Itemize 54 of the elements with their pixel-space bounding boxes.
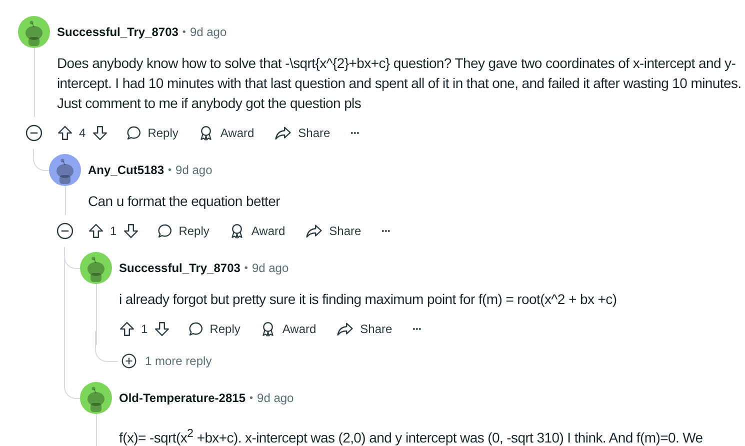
- avatar-icon[interactable]: [80, 252, 112, 284]
- timestamp: 9d ago: [190, 25, 227, 39]
- ribbon-icon: [229, 223, 246, 239]
- reply-button[interactable]: Reply: [116, 117, 188, 149]
- separator-dot: •: [250, 392, 254, 404]
- username[interactable]: Any_Cut5183: [88, 163, 164, 177]
- award-button[interactable]: Award: [219, 215, 296, 247]
- speech-bubble-icon: [188, 321, 204, 337]
- plus-circle-icon: [121, 353, 137, 369]
- share-button[interactable]: Share: [264, 117, 340, 149]
- more-options-button[interactable]: ···: [340, 117, 370, 149]
- comment-text: f(x)= -sqrt(x$^{2}$ +bx+c). x-intercept was (2,0) and y intercept was (0, -sqrt 310) I think. And f(m)=0. We: [118, 426, 704, 446]
- vote-count: 4: [79, 126, 86, 140]
- timestamp: 9d ago: [252, 261, 289, 275]
- comment-text: Can u format the equation better: [87, 192, 281, 211]
- reply-button[interactable]: Reply: [178, 313, 250, 345]
- downvote-icon[interactable]: [92, 125, 108, 141]
- ribbon-icon: [198, 125, 214, 141]
- avatar-icon[interactable]: [49, 154, 81, 186]
- avatar-icon[interactable]: [80, 382, 112, 414]
- share-icon: [305, 223, 324, 239]
- speech-bubble-icon: [156, 223, 173, 239]
- share-button[interactable]: Share: [295, 215, 372, 247]
- downvote-icon[interactable]: [122, 223, 139, 239]
- award-button[interactable]: Award: [188, 117, 264, 149]
- timestamp: 9d ago: [176, 163, 212, 177]
- speech-bubble-icon: [126, 125, 142, 141]
- share-icon: [274, 125, 292, 141]
- reply-button[interactable]: Reply: [146, 215, 220, 247]
- downvote-icon[interactable]: [154, 321, 170, 337]
- upvote-icon[interactable]: [88, 223, 104, 239]
- more-replies-link[interactable]: 1 more reply: [119, 347, 212, 375]
- share-icon: [336, 321, 354, 337]
- minus-circle-icon: [56, 222, 74, 240]
- minus-circle-icon: [25, 124, 43, 142]
- upvote-icon[interactable]: [57, 125, 73, 141]
- username[interactable]: Old-Temperature-2815: [119, 391, 246, 405]
- more-options-button[interactable]: ···: [402, 313, 432, 345]
- comment-text: Does anybody know how to solve that -\sqrt{x^{2}+bx+c} question? They gave two coordinates of x-intercept and y-intercept. I had 10 minutes with that last question and spent all of it in that one, and failed it after wasting 10 minutes. Just comment to me if anybody got the question pls: [56, 54, 742, 113]
- avatar-icon[interactable]: [18, 16, 50, 48]
- share-button[interactable]: Share: [326, 313, 402, 345]
- separator-dot: •: [168, 164, 172, 176]
- comment-text: i already forgot but pretty sure it is finding maximum point for f(m) = root(x^2 + bx +c): [118, 290, 618, 309]
- ribbon-icon: [260, 321, 276, 337]
- more-options-button[interactable]: ···: [371, 215, 400, 247]
- vote-count: 1: [110, 224, 117, 238]
- separator-dot: •: [182, 26, 186, 38]
- username[interactable]: Successful_Try_8703: [57, 25, 178, 39]
- username[interactable]: Successful_Try_8703: [119, 261, 240, 275]
- vote-count: 1: [141, 322, 148, 336]
- separator-dot: •: [244, 262, 248, 274]
- upvote-icon[interactable]: [119, 321, 135, 337]
- award-button[interactable]: Award: [250, 313, 326, 345]
- timestamp: 9d ago: [257, 391, 294, 405]
